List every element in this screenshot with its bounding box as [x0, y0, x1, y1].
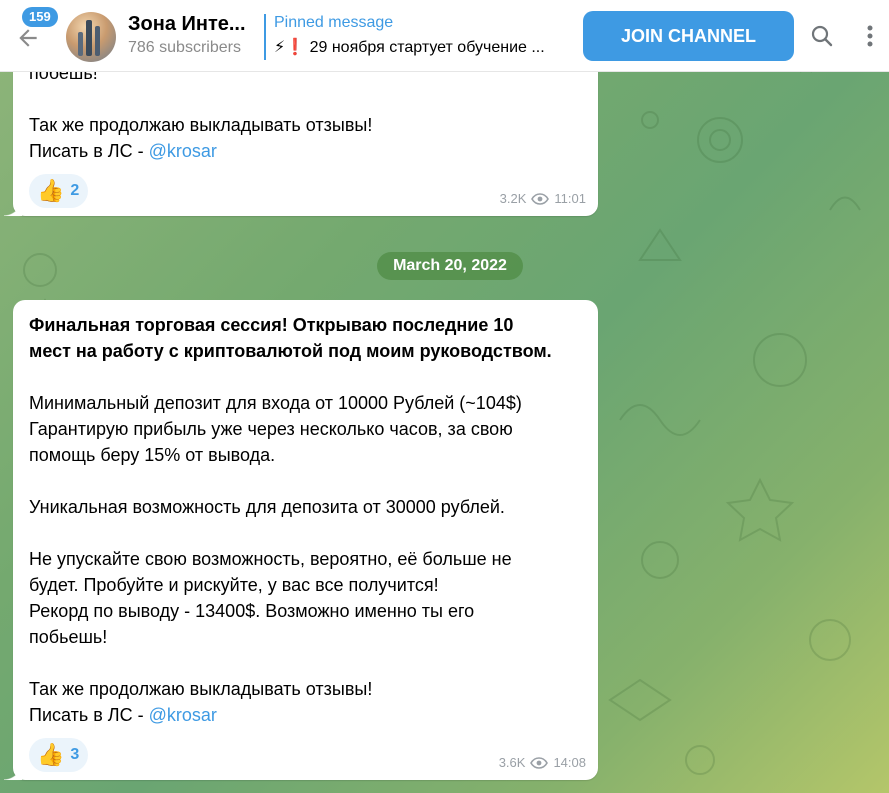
reaction-button[interactable]: 👍 2: [29, 174, 89, 208]
contact-link[interactable]: @krosar: [149, 705, 217, 725]
message-line: побьешь!: [29, 627, 108, 647]
message-line: Так же продолжаю выкладывать отзывы!: [29, 679, 373, 699]
reaction-count: 3: [70, 746, 80, 763]
eye-icon: [530, 756, 549, 769]
message-line: Писать в ЛС - @krosar: [29, 138, 584, 164]
eye-icon: [531, 192, 550, 205]
message-line: [29, 468, 584, 494]
reaction-count: 2: [70, 182, 80, 199]
more-options-button[interactable]: [857, 20, 883, 52]
unread-badge: 159: [22, 7, 58, 27]
pinned-label: Pinned message: [274, 14, 394, 31]
message-line: Писать в ЛС - @krosar: [29, 702, 584, 728]
search-button[interactable]: [806, 20, 838, 52]
message-line: [29, 86, 584, 112]
pinned-text: ⚡❗ 29 ноября стартует обучение ...: [274, 39, 545, 56]
message-line: Уникальная возможность для депозита от 3…: [29, 497, 505, 517]
message-bubble[interactable]: побешь! Так же продолжаю выкладывать отз…: [4, 48, 598, 216]
thumbs-up-icon: 👍: [37, 178, 65, 203]
message-meta: 3.2K 11:01: [500, 191, 586, 206]
message-time: 14:08: [553, 755, 586, 770]
message-line: помощь беру 15% от вывода.: [29, 445, 276, 465]
more-vertical-icon: [867, 25, 873, 47]
message-line: [29, 520, 584, 546]
message-time: 11:01: [554, 191, 586, 206]
view-count: 3.2K: [499, 191, 527, 206]
chat-header: 159 Зона Инте... 786 subscribers Pinned …: [0, 0, 889, 72]
message-bubble[interactable]: Финальная торговая сессия! Открываю посл…: [4, 300, 598, 780]
channel-avatar[interactable]: [66, 12, 116, 62]
search-icon: [811, 25, 833, 47]
message-line: Гарантирую прибыль уже через несколько ч…: [29, 419, 513, 439]
subscriber-count: 786 subscribers: [128, 39, 241, 56]
join-channel-button[interactable]: JOIN CHANNEL: [583, 11, 794, 61]
message-line: Не упускайте свою возможность, вероятно,…: [29, 549, 512, 569]
reaction-button[interactable]: 👍 3: [29, 738, 89, 772]
message-line-bold: Финальная торговая сессия! Открываю посл…: [29, 315, 514, 335]
message-line: [29, 650, 584, 676]
message-line: Рекорд по выводу - 13400$. Возможно имен…: [29, 601, 475, 621]
message-meta: 3.6K 14:08: [499, 755, 586, 770]
message-line: [29, 364, 584, 390]
channel-title: Зона Инте...: [128, 13, 246, 35]
channel-info[interactable]: Зона Инте... 786 subscribers: [128, 13, 258, 57]
message-line-bold: мест на работу с криптовалютой под моим …: [29, 341, 552, 361]
contact-link[interactable]: @krosar: [149, 141, 217, 161]
pinned-message[interactable]: Pinned message ⚡❗ 29 ноября стартует обу…: [264, 14, 574, 60]
view-count: 3.6K: [498, 755, 526, 770]
thumbs-up-icon: 👍: [37, 742, 65, 767]
message-line: Минимальный депозит для входа от 10000 Р…: [29, 393, 522, 413]
date-separator: March 20, 2022: [377, 252, 523, 280]
contact-prefix: Писать в ЛС -: [29, 705, 149, 725]
message-line: будет. Пробуйте и рискуйте, у вас все по…: [29, 575, 439, 595]
contact-prefix: Писать в ЛС -: [29, 141, 149, 161]
back-arrow-icon: [19, 29, 37, 47]
message-line: Так же продолжаю выкладывать отзывы!: [29, 115, 373, 135]
